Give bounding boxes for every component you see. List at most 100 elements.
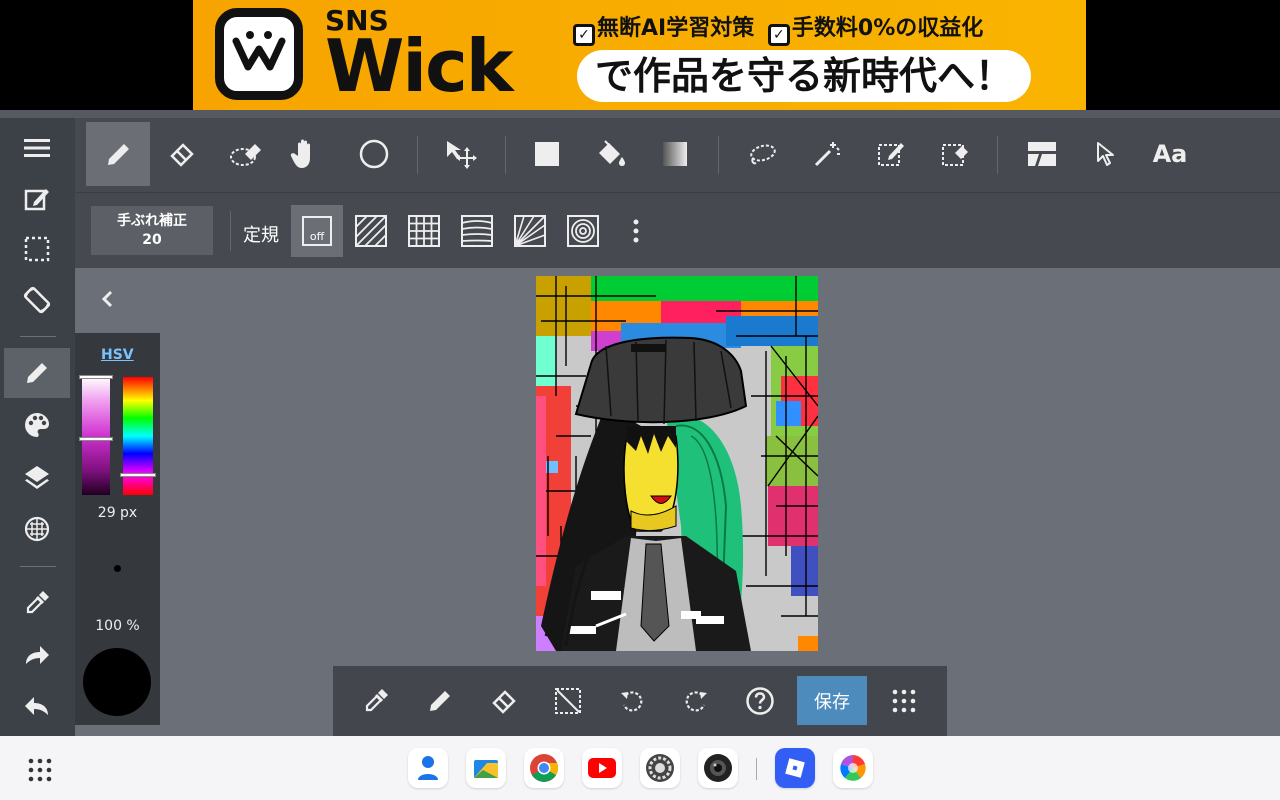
hue-slider[interactable] xyxy=(120,377,156,495)
ruler-off-icon: off xyxy=(302,216,332,246)
ruler-radial-button[interactable] xyxy=(504,205,556,257)
pencil-icon xyxy=(27,363,47,383)
eraser-icon xyxy=(492,690,516,714)
collapse-panel-button[interactable] xyxy=(100,288,114,316)
current-color-swatch[interactable] xyxy=(83,648,151,716)
stabilizer-button[interactable]: 手ぶれ補正 20 xyxy=(91,206,213,255)
tool-eraser[interactable] xyxy=(150,122,214,186)
ruler-off-button[interactable]: off xyxy=(291,205,343,257)
saturation-slider[interactable] xyxy=(79,375,113,495)
more-options-button[interactable] xyxy=(610,205,662,257)
divider xyxy=(20,336,56,337)
color-wheel-icon xyxy=(840,755,866,781)
dock-youtube[interactable] xyxy=(582,748,622,788)
eraser-icon xyxy=(170,143,194,167)
ruler-parallel-button[interactable] xyxy=(345,205,397,257)
dock-contacts[interactable] xyxy=(408,748,448,788)
app-launcher-button[interactable] xyxy=(28,758,52,786)
divider xyxy=(230,211,231,251)
blur-icon xyxy=(230,144,261,166)
tool-select-pen[interactable] xyxy=(859,122,923,186)
ruler-label: 定規 xyxy=(243,225,279,246)
rectangle-fill-icon xyxy=(535,142,559,166)
tool-magic-wand[interactable] xyxy=(795,122,859,186)
redo-button[interactable] xyxy=(4,630,70,680)
rotate-canvas-button[interactable] xyxy=(4,275,70,325)
check-icon: ✓ xyxy=(573,24,595,46)
pen-icon xyxy=(430,691,450,711)
redo-icon xyxy=(26,646,49,664)
divider xyxy=(997,136,998,174)
brush-button[interactable] xyxy=(4,348,70,398)
edit-icon xyxy=(24,189,49,211)
quick-undo-button[interactable] xyxy=(607,676,657,726)
ad-banner[interactable]: SNS Wick ✓ 無断AI学習対策 ✓ 手数料0%の収益化 で作品を守る新時代へ… xyxy=(193,0,1086,110)
menu-button[interactable] xyxy=(4,123,70,173)
undo-button[interactable] xyxy=(4,681,70,731)
eyedropper-button[interactable] xyxy=(4,578,70,628)
camera-icon xyxy=(704,754,732,782)
stabilizer-value: 20 xyxy=(142,232,162,248)
bucket-icon xyxy=(599,140,625,166)
tool-hand[interactable] xyxy=(273,122,337,186)
dock-divider xyxy=(756,758,757,780)
parallel-ruler-icon xyxy=(355,215,387,247)
quick-menu-button[interactable] xyxy=(879,676,929,726)
tool-shape[interactable] xyxy=(342,122,406,186)
rotate-screen-icon xyxy=(23,286,51,314)
eyedropper-icon xyxy=(26,591,49,614)
deselect-button[interactable] xyxy=(543,676,593,726)
dock-files[interactable] xyxy=(466,748,506,788)
ruler-perspective-button[interactable] xyxy=(451,205,503,257)
tool-move[interactable] xyxy=(429,122,493,186)
divider xyxy=(505,136,506,174)
quick-eraser-button[interactable] xyxy=(479,676,529,726)
artwork-canvas[interactable] xyxy=(536,276,818,651)
quick-pen-button[interactable] xyxy=(415,676,465,726)
system-taskbar xyxy=(0,736,1280,800)
dock-ibispaint[interactable] xyxy=(833,748,873,788)
color-mode-toggle[interactable]: HSV xyxy=(101,347,134,363)
save-button[interactable]: 保存 xyxy=(797,676,867,725)
layers-button[interactable] xyxy=(4,452,70,502)
dock-chrome[interactable] xyxy=(524,748,564,788)
ruler-off-text: off xyxy=(309,230,325,243)
opacity-label[interactable]: 100 % xyxy=(75,618,160,634)
rotate-left-icon xyxy=(621,691,643,712)
tool-lasso[interactable] xyxy=(731,122,795,186)
chevron-left-icon xyxy=(101,290,113,308)
tool-gradient[interactable] xyxy=(643,122,707,186)
tool-operation[interactable] xyxy=(1074,122,1138,186)
grid-icon xyxy=(24,516,50,542)
new-canvas-button[interactable] xyxy=(4,174,70,224)
tool-pen[interactable] xyxy=(86,122,150,186)
quick-eyedropper-button[interactable] xyxy=(351,676,401,726)
ad-tag-2: 手数料0%の収益化 xyxy=(791,16,984,41)
ruler-grid-button[interactable] xyxy=(398,205,450,257)
help-button[interactable] xyxy=(735,676,785,726)
quick-redo-button[interactable] xyxy=(671,676,721,726)
tool-panel[interactable] xyxy=(1010,122,1074,186)
dock-roblox[interactable] xyxy=(775,748,815,788)
hand-icon xyxy=(290,139,310,168)
color-button[interactable] xyxy=(4,400,70,450)
tool-select-eraser[interactable] xyxy=(923,122,987,186)
dock-settings[interactable] xyxy=(640,748,680,788)
selection-icon xyxy=(24,236,50,262)
roblox-icon xyxy=(785,758,805,778)
ruler-concentric-button[interactable] xyxy=(557,205,609,257)
move-icon xyxy=(447,141,477,169)
divider xyxy=(20,566,56,567)
tool-text[interactable]: Aa xyxy=(1138,122,1202,186)
tool-bucket[interactable] xyxy=(579,122,643,186)
check-icon: ✓ xyxy=(767,24,790,46)
selection-button[interactable] xyxy=(4,224,70,274)
dock-camera[interactable] xyxy=(698,748,738,788)
material-button[interactable] xyxy=(4,504,70,554)
layers-icon xyxy=(25,466,49,489)
tool-blur[interactable] xyxy=(214,122,278,186)
apps-grid-icon xyxy=(892,689,916,713)
launcher-icon xyxy=(28,758,52,782)
brush-size-label[interactable]: 29 px xyxy=(75,505,160,521)
tool-fill-shape[interactable] xyxy=(515,122,579,186)
